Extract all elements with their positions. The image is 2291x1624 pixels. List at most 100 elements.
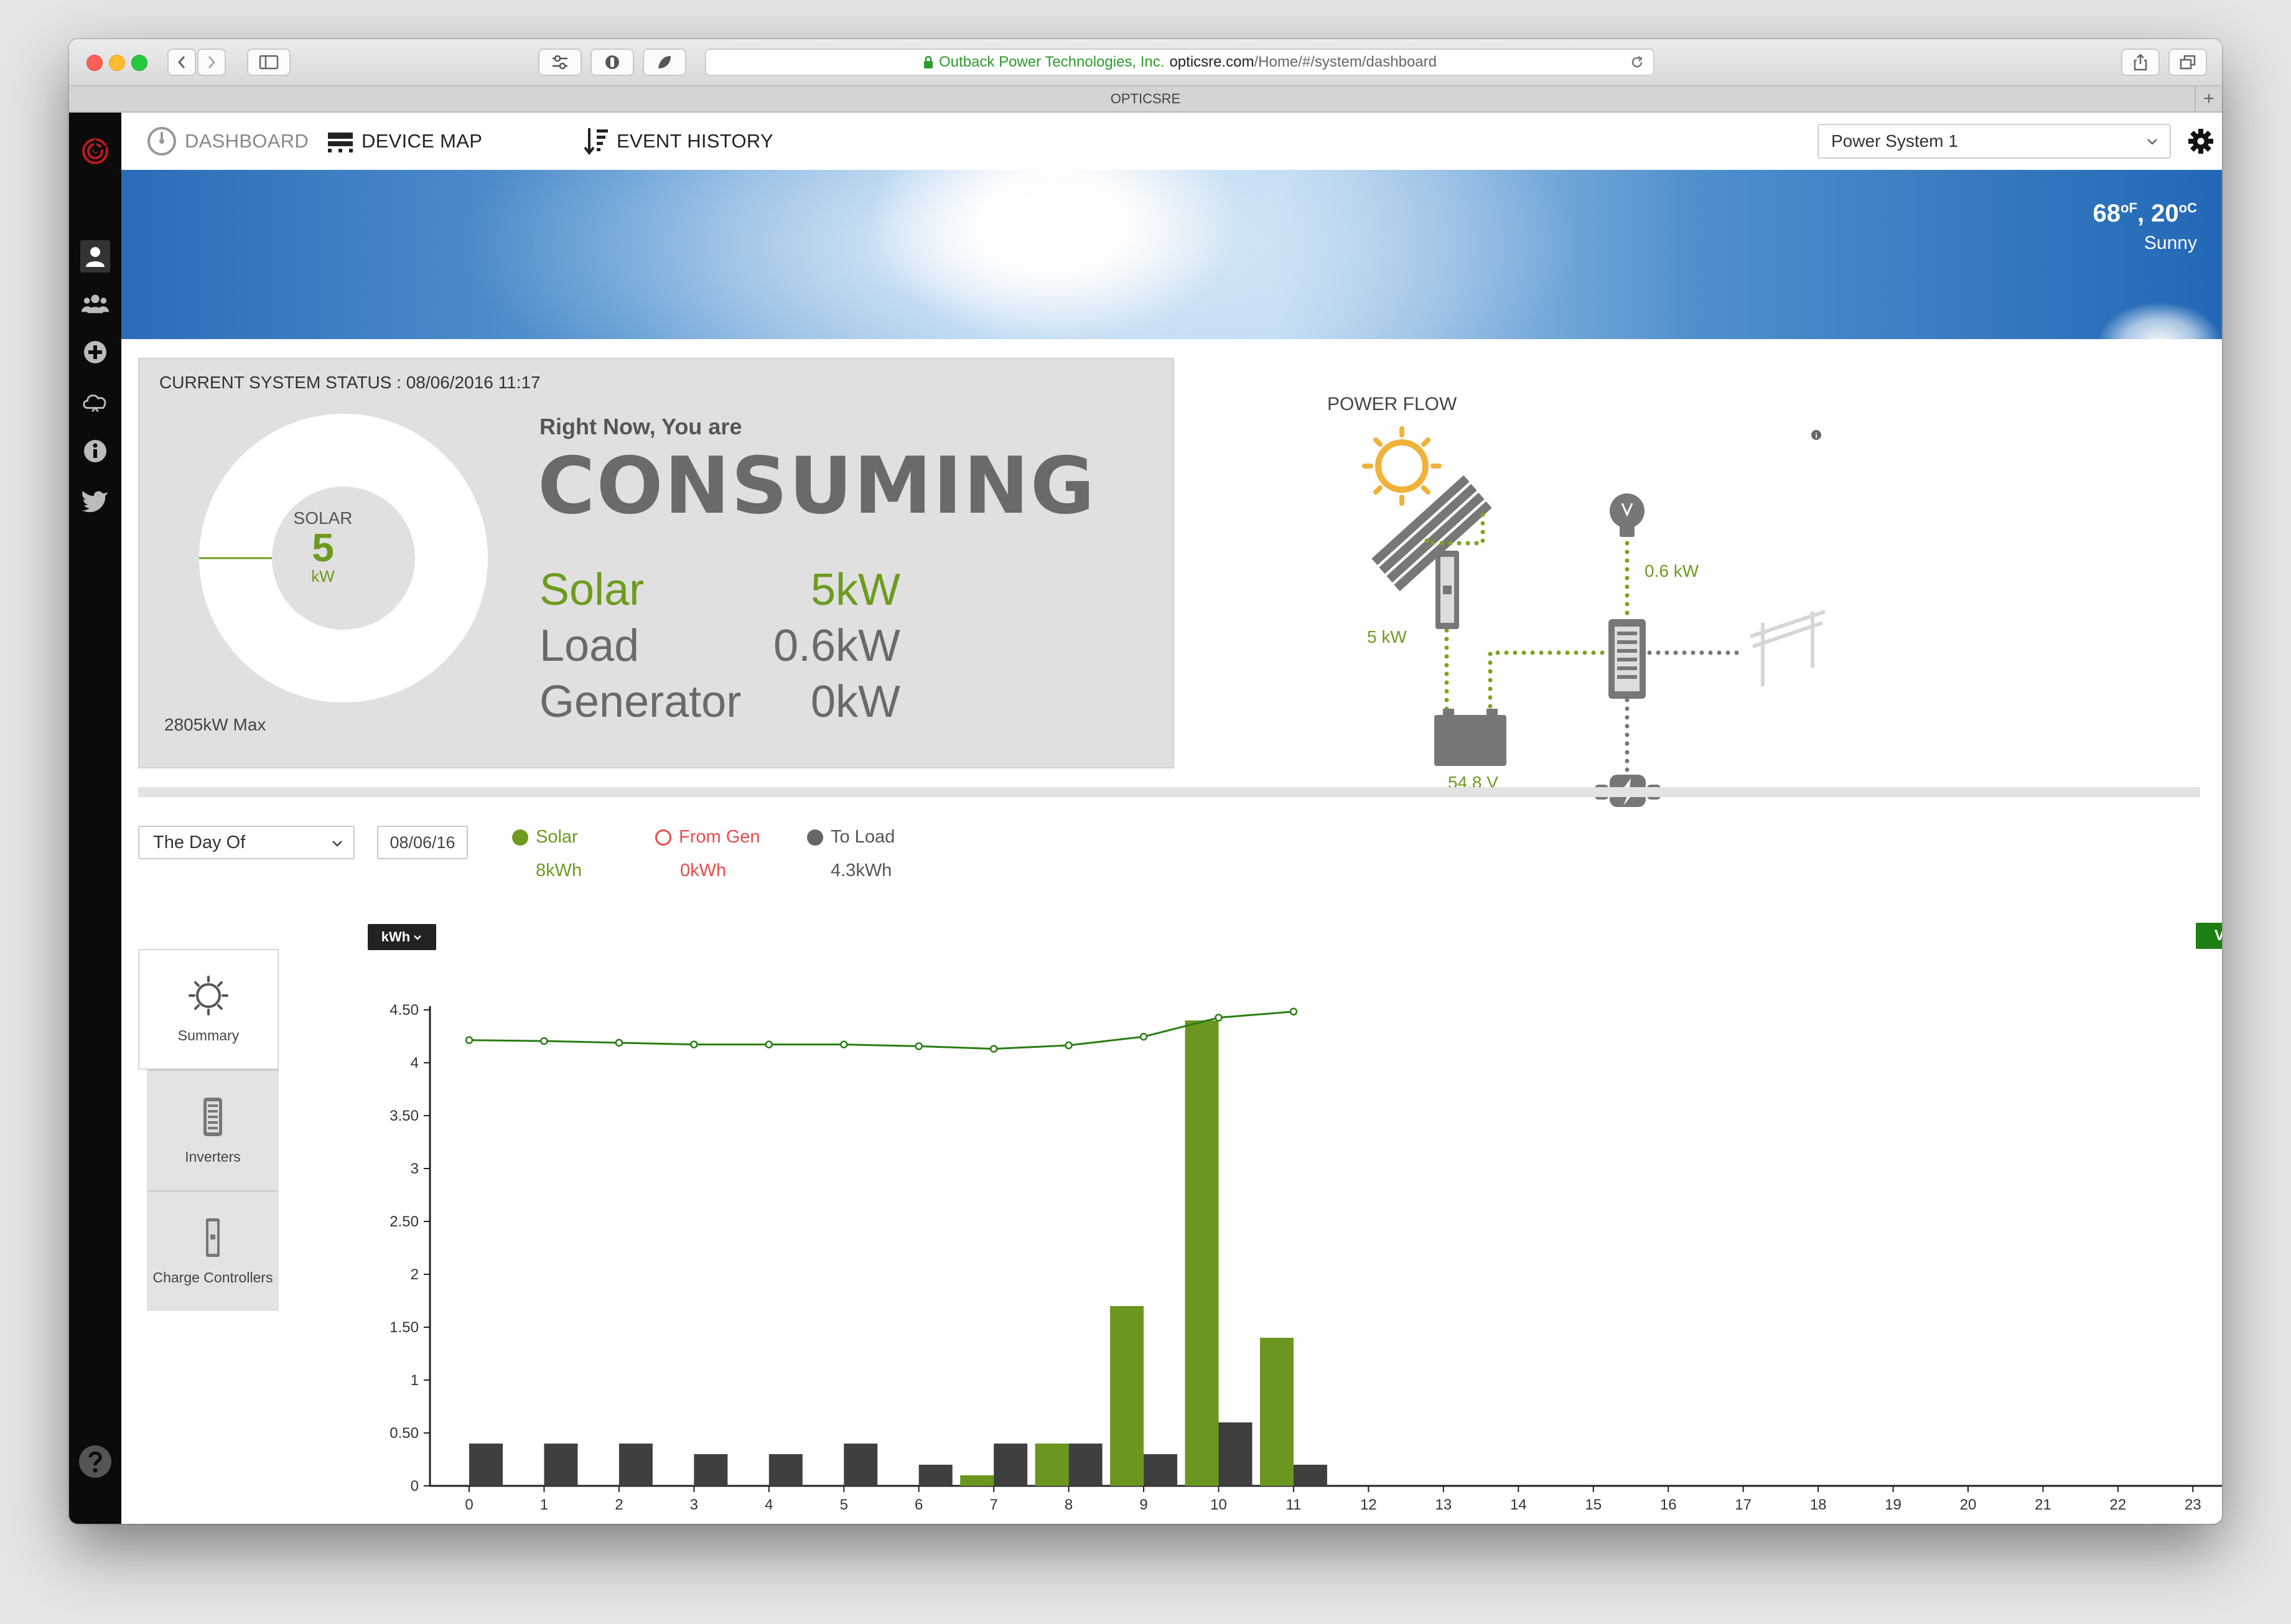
solar-bar[interactable] xyxy=(1110,1306,1144,1486)
x-tick-label: 14 xyxy=(1510,1496,1527,1513)
sun-icon xyxy=(1362,426,1442,506)
app-logo[interactable] xyxy=(82,138,109,165)
donut-unit: kW xyxy=(311,567,335,586)
voltage-point[interactable] xyxy=(1289,1007,1298,1016)
date-input[interactable]: 08/06/16 xyxy=(377,826,468,859)
right-unit-select[interactable]: V xyxy=(2196,923,2222,949)
voltage-point[interactable] xyxy=(989,1045,998,1053)
rail-twitter[interactable] xyxy=(82,487,109,515)
load-bar[interactable] xyxy=(844,1444,878,1486)
voltage-point[interactable] xyxy=(915,1042,923,1050)
leaf-extension-button[interactable] xyxy=(643,49,686,76)
load-bar[interactable] xyxy=(469,1444,503,1486)
rail-user[interactable] xyxy=(80,240,110,273)
zoom-window-button[interactable] xyxy=(131,55,147,71)
voltage-point[interactable] xyxy=(1065,1041,1073,1050)
voltage-point[interactable] xyxy=(1215,1014,1223,1022)
power-flow-title: POWER FLOW xyxy=(1327,394,1457,414)
load-bar[interactable] xyxy=(694,1454,728,1486)
minimize-window-button[interactable] xyxy=(109,55,125,71)
top-nav: DASHBOARD DEVICE MAP EVENT HISTORY Power… xyxy=(121,113,2222,170)
x-tick-label: 5 xyxy=(840,1496,848,1513)
x-tick-label: 18 xyxy=(1810,1496,1827,1513)
energy-chart: 00.5011.5022.5033.5044.50 05101520253035… xyxy=(390,1002,2222,1513)
voltage-polyline xyxy=(469,1010,1294,1050)
x-tick-label: 13 xyxy=(1435,1496,1452,1513)
x-tick-label: 9 xyxy=(1139,1496,1147,1513)
reload-icon[interactable] xyxy=(1630,55,1645,70)
voltage-line xyxy=(465,1007,1298,1053)
tab-charge-controllers-label: Charge Controllers xyxy=(152,1269,273,1286)
new-tab-button[interactable]: + xyxy=(2195,86,2222,111)
voltage-point[interactable] xyxy=(840,1040,848,1048)
tab-device-map[interactable]: DEVICE MAP xyxy=(327,113,482,170)
address-bar[interactable]: Outback Power Technologies, Inc. opticsr… xyxy=(705,49,1654,76)
power-system-select[interactable]: Power System 1 xyxy=(1817,124,2171,159)
info-badge[interactable]: i xyxy=(1811,430,1821,440)
load-bar[interactable] xyxy=(544,1444,578,1486)
voltage-point[interactable] xyxy=(1139,1032,1148,1041)
voltage-point[interactable] xyxy=(615,1038,623,1047)
tab-inverters[interactable]: Inverters xyxy=(147,1070,279,1190)
x-tick-label: 22 xyxy=(2110,1496,2127,1513)
load-bar[interactable] xyxy=(1068,1444,1103,1486)
rail-cloud[interactable] xyxy=(82,388,109,416)
solar-bar[interactable] xyxy=(1259,1338,1294,1486)
share-button[interactable] xyxy=(2121,49,2160,76)
tabs-icon xyxy=(2180,55,2196,70)
tab-summary[interactable]: Summary xyxy=(138,949,279,1070)
legend-from-gen[interactable]: From Gen xyxy=(655,827,760,847)
load-bar[interactable] xyxy=(994,1444,1028,1486)
voltage-point[interactable] xyxy=(465,1036,474,1044)
extension-settings-button[interactable] xyxy=(538,49,582,76)
x-tick-label: 16 xyxy=(1660,1496,1677,1513)
rail-help[interactable] xyxy=(78,1444,113,1479)
close-window-button[interactable] xyxy=(86,55,103,71)
load-bar[interactable] xyxy=(618,1444,653,1486)
tabs-overview-button[interactable] xyxy=(2168,49,2207,76)
date-range-select[interactable]: The Day Of xyxy=(138,826,355,859)
back-button[interactable] xyxy=(167,49,196,76)
y-tick-label: 2 xyxy=(411,1266,419,1283)
solar-bar[interactable] xyxy=(960,1475,994,1486)
y-tick-label: 2.50 xyxy=(390,1213,419,1230)
load-bar[interactable] xyxy=(918,1465,953,1486)
weather-banner: 68oF, 20oC Sunny xyxy=(121,170,2222,339)
rail-info[interactable] xyxy=(82,437,109,465)
tab-summary-label: Summary xyxy=(177,1027,240,1043)
rail-add[interactable] xyxy=(82,338,109,366)
voltage-point[interactable] xyxy=(540,1037,548,1045)
info-icon xyxy=(84,440,106,462)
forward-button[interactable] xyxy=(197,49,226,76)
voltage-point[interactable] xyxy=(765,1040,773,1048)
y-tick-label: 1.50 xyxy=(390,1319,419,1336)
solar-kw-label: 5 kW xyxy=(1367,627,1407,646)
chart-category-tabs: Summary Inverters Charge Controllers xyxy=(138,949,279,1311)
load-bar[interactable] xyxy=(1218,1422,1253,1486)
legend-solar[interactable]: Solar xyxy=(512,827,578,847)
load-kw-label: 0.6 kW xyxy=(1645,561,1699,581)
legend-to-load-dot xyxy=(807,829,823,846)
solar-bar[interactable] xyxy=(1035,1444,1069,1486)
load-bar[interactable] xyxy=(768,1454,803,1486)
chevron-down-icon xyxy=(332,841,342,847)
solar-bar[interactable] xyxy=(1185,1020,1219,1486)
tab-charge-controllers[interactable]: Charge Controllers xyxy=(147,1190,279,1311)
browser-window: Outback Power Technologies, Inc. opticsr… xyxy=(69,39,2222,1524)
active-tab-title[interactable]: OPTICSRE xyxy=(1111,91,1180,107)
sidebar-toggle-button[interactable] xyxy=(247,49,291,76)
tab-dashboard[interactable]: DASHBOARD xyxy=(146,113,309,170)
tab-event-history[interactable]: EVENT HISTORY xyxy=(584,113,773,170)
voltage-point[interactable] xyxy=(690,1040,698,1048)
donut-value: 5 xyxy=(312,525,334,570)
legend-from-gen-dot xyxy=(655,829,671,846)
rail-group[interactable] xyxy=(82,290,109,317)
legend-solar-label: Solar xyxy=(536,827,578,847)
legend-to-load[interactable]: To Load xyxy=(807,827,895,847)
x-tick-label: 6 xyxy=(915,1496,923,1513)
load-bar[interactable] xyxy=(1144,1454,1178,1486)
load-bar[interactable] xyxy=(1293,1465,1327,1486)
privacy-extension-button[interactable] xyxy=(590,49,634,76)
left-unit-select[interactable]: kWh xyxy=(368,924,436,950)
gear-icon[interactable] xyxy=(2187,128,2214,155)
